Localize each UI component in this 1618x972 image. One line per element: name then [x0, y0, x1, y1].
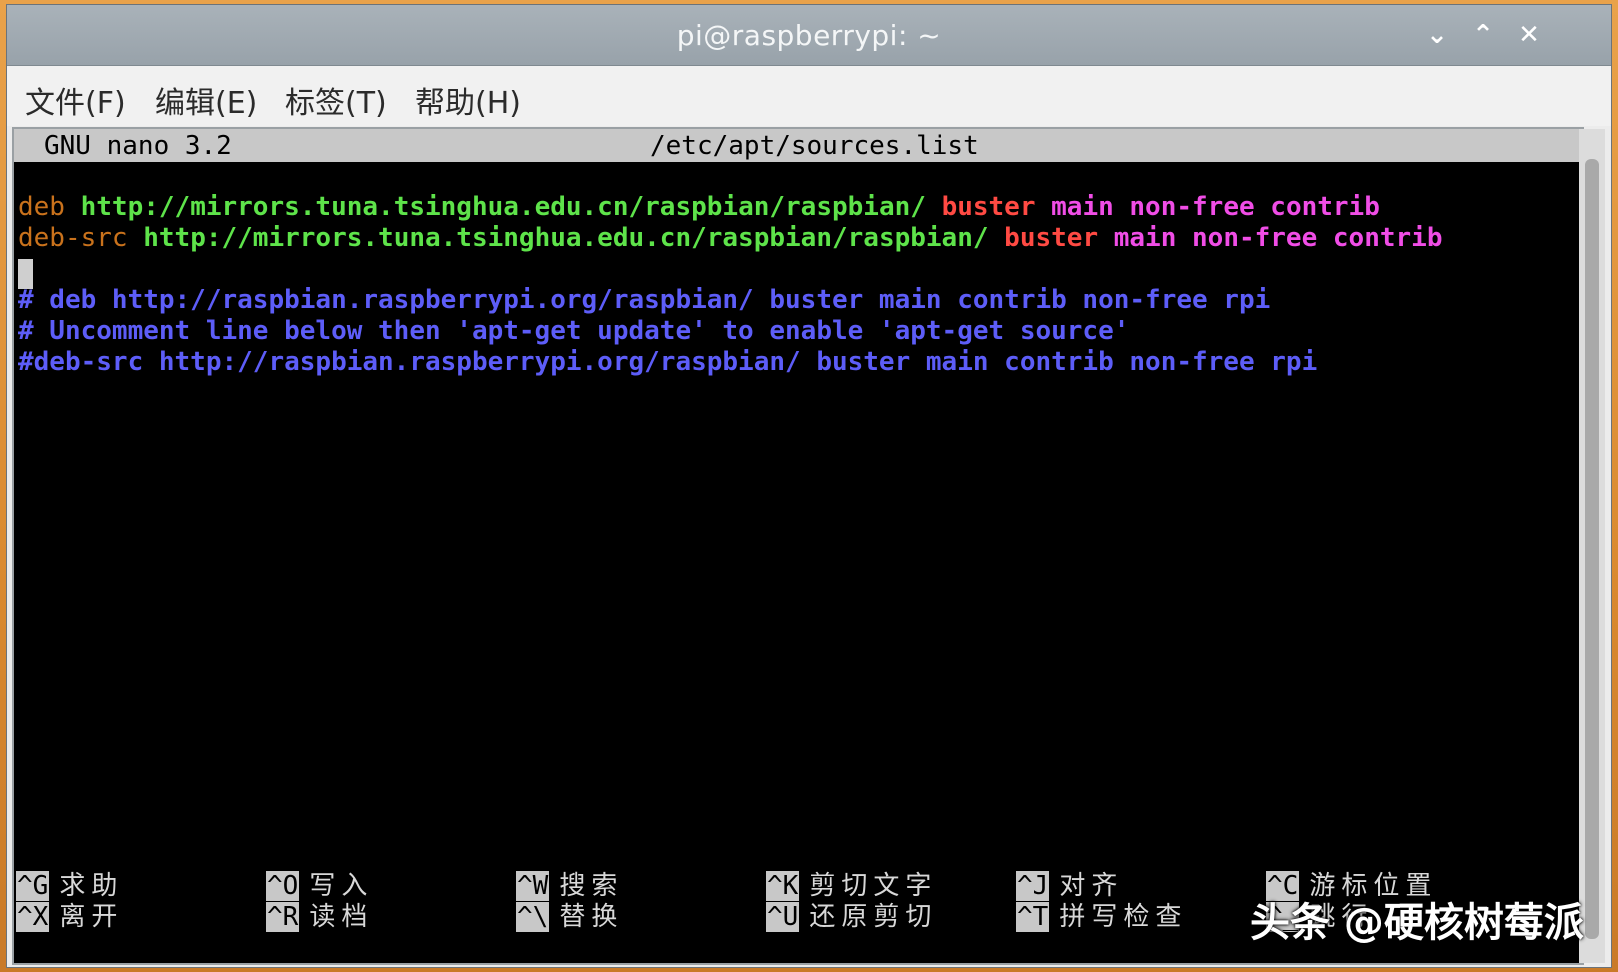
components: main non-free contrib	[1113, 223, 1443, 253]
shortcut-replace[interactable]: ^\ 替换	[516, 902, 623, 932]
keyword-deb: deb	[18, 192, 65, 222]
nano-header: GNU nano 3.2 /etc/apt/sources.list	[14, 129, 1582, 162]
shortcut-exit[interactable]: ^X 离开	[16, 902, 123, 932]
shortcut-label: 替换	[559, 902, 624, 932]
shortcut-key: ^J	[1016, 871, 1050, 901]
shortcut-key: ^\	[516, 902, 550, 932]
shortcut-read-file[interactable]: ^R 读档	[266, 902, 373, 932]
menu-tabs[interactable]: 标签(T)	[285, 78, 387, 122]
menu-edit[interactable]: 编辑(E)	[155, 78, 257, 122]
vertical-scrollbar[interactable]	[1579, 129, 1605, 963]
shortcut-key: ^T	[1016, 902, 1050, 932]
shortcut-uncut[interactable]: ^U 还原剪切	[766, 902, 937, 932]
shortcut-key: ^G	[16, 871, 50, 901]
shortcut-label: 还原剪切	[809, 902, 938, 932]
shortcut-key: ^X	[16, 902, 50, 932]
shortcut-label: 写入	[309, 871, 374, 901]
nano-version: GNU nano 3.2	[44, 131, 232, 161]
shortcut-label: 搜索	[559, 871, 624, 901]
shortcut-label: 对齐	[1059, 871, 1124, 901]
shortcut-write-out[interactable]: ^O 写入	[266, 871, 373, 901]
shortcut-label: 离开	[59, 902, 124, 932]
comment-line-2[interactable]: # Uncomment line below then 'apt-get upd…	[18, 315, 1129, 347]
shortcut-key: ^O	[266, 871, 300, 901]
close-button[interactable]: ✕	[1511, 17, 1547, 53]
repo-url: http://mirrors.tuna.tsinghua.edu.cn/rasp…	[80, 192, 926, 222]
shortcut-search[interactable]: ^W 搜索	[516, 871, 623, 901]
comment-line-1[interactable]: # deb http://raspbian.raspberrypi.org/ra…	[18, 284, 1270, 316]
components: main non-free contrib	[1051, 192, 1380, 222]
menu-file[interactable]: 文件(F)	[25, 78, 126, 122]
comment-line-3[interactable]: #deb-src http://raspbian.raspberrypi.org…	[18, 346, 1317, 378]
editor-line-2[interactable]: deb-src http://mirrors.tuna.tsinghua.edu…	[18, 222, 1442, 254]
shortcut-label: 读档	[309, 902, 374, 932]
terminal-window: pi@raspberrypi: ~ ⌄ ⌃ ✕ 文件(F) 编辑(E) 标签(T…	[6, 4, 1612, 968]
maximize-button[interactable]: ⌃	[1465, 17, 1501, 53]
menu-bar: 文件(F) 编辑(E) 标签(T) 帮助(H)	[7, 66, 1611, 126]
shortcut-spell[interactable]: ^T 拼写检查	[1016, 902, 1187, 932]
shortcut-label: 拼写检查	[1059, 902, 1188, 932]
watermark-text: 头条 @硬核树莓派	[1250, 900, 1584, 946]
minimize-button[interactable]: ⌄	[1419, 17, 1455, 53]
shortcut-key: ^U	[766, 902, 800, 932]
shortcut-label: 剪切文字	[809, 871, 938, 901]
window-title: pi@raspberrypi: ~	[676, 19, 942, 52]
shortcut-cut-text[interactable]: ^K 剪切文字	[766, 871, 937, 901]
terminal-area[interactable]: GNU nano 3.2 /etc/apt/sources.list deb h…	[12, 127, 1584, 965]
shortcut-label: 求助	[59, 871, 124, 901]
menu-help[interactable]: 帮助(H)	[415, 78, 521, 122]
repo-url: http://mirrors.tuna.tsinghua.edu.cn/rasp…	[143, 223, 989, 253]
shortcut-key: ^W	[516, 871, 550, 901]
title-bar[interactable]: pi@raspberrypi: ~ ⌄ ⌃ ✕	[7, 5, 1611, 66]
editor-line-1[interactable]: deb http://mirrors.tuna.tsinghua.edu.cn/…	[18, 191, 1380, 223]
shortcut-help[interactable]: ^G 求助	[16, 871, 123, 901]
dist-name: buster	[941, 192, 1036, 222]
shortcut-justify[interactable]: ^J 对齐	[1016, 871, 1123, 901]
dist-name: buster	[1004, 223, 1099, 253]
keyword-deb-src: deb-src	[18, 223, 128, 253]
scrollbar-thumb[interactable]	[1585, 159, 1599, 939]
shortcut-key: ^K	[766, 871, 800, 901]
shortcut-key: ^R	[266, 902, 300, 932]
nano-filename: /etc/apt/sources.list	[650, 131, 979, 161]
